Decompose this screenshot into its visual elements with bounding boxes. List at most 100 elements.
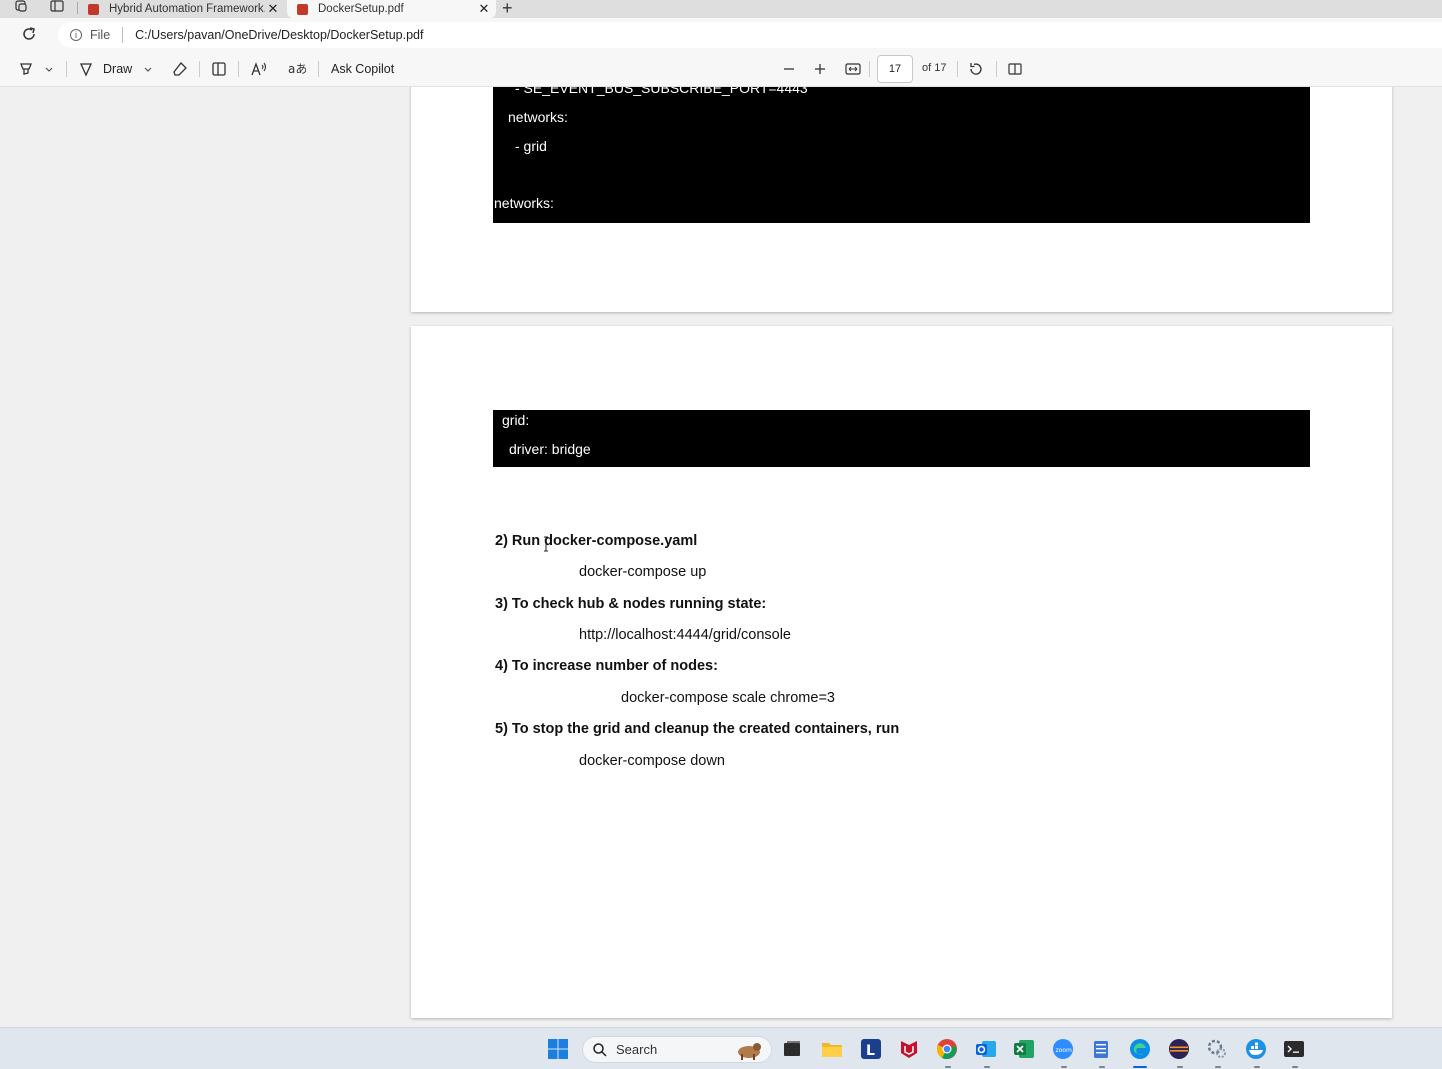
address-bar[interactable]: i File C:/Users/pavan/OneDrive/Desktop/D… xyxy=(58,22,1442,48)
svg-text:L: L xyxy=(866,1043,875,1059)
vertical-tabs-icon[interactable] xyxy=(49,0,65,14)
erase-button[interactable] xyxy=(172,60,188,78)
svg-text:aあ: aあ xyxy=(288,62,306,76)
translate-icon: aあ xyxy=(288,62,306,76)
address-divider xyxy=(122,27,124,43)
toolbar-separator xyxy=(869,61,870,77)
windows-start-icon[interactable] xyxy=(547,1038,569,1060)
excel-icon[interactable] xyxy=(1013,1038,1035,1060)
fit-width-icon xyxy=(845,63,861,75)
running-indicator xyxy=(1099,1066,1105,1068)
chrome-icon[interactable] xyxy=(936,1038,958,1060)
outlook-icon[interactable] xyxy=(975,1038,997,1060)
fit-to-width-button[interactable] xyxy=(845,60,861,78)
tab-title: Hybrid Automation Framework.p xyxy=(109,3,265,15)
eclipse-icon[interactable] xyxy=(1168,1038,1190,1060)
chevron-down-icon xyxy=(144,67,152,72)
zoom-icon[interactable]: zoom xyxy=(1052,1038,1074,1060)
tab-title: DockerSetup.pdf xyxy=(318,3,404,15)
task-view-icon[interactable] xyxy=(781,1038,803,1060)
chevron-down-icon xyxy=(45,67,53,72)
draw-icon xyxy=(79,63,93,77)
read-aloud-icon xyxy=(251,62,267,76)
step-heading: 3) To check hub & nodes running state: xyxy=(495,596,767,612)
page-count: of 17 xyxy=(922,62,947,74)
pdf-file-icon xyxy=(88,3,99,15)
url-text[interactable]: C:/Users/pavan/OneDrive/Desktop/DockerSe… xyxy=(135,28,423,42)
highlight-button[interactable] xyxy=(18,60,34,78)
ask-copilot-button[interactable]: Ask Copilot xyxy=(331,60,394,78)
site-info-icon[interactable]: i xyxy=(70,29,82,41)
code-line: networks: xyxy=(508,109,568,125)
code-line: - grid xyxy=(515,138,547,154)
pdf-toolbar: Draw aあ Ask Copilot 17 of 17 xyxy=(0,51,1442,87)
ask-copilot-label: Ask Copilot xyxy=(331,62,395,76)
code-line: networks: xyxy=(494,195,554,211)
workspaces-icon[interactable] xyxy=(13,0,29,14)
rotate-button[interactable] xyxy=(968,60,984,78)
step-heading: 5) To stop the grid and cleanup the crea… xyxy=(495,721,900,737)
translate-button[interactable]: aあ xyxy=(288,60,306,78)
address-row: i File C:/Users/pavan/OneDrive/Desktop/D… xyxy=(0,18,1442,51)
zoom-in-button[interactable] xyxy=(813,60,827,78)
taskbar: Search L zoom xyxy=(0,1027,1442,1069)
close-tab-icon[interactable]: ✕ xyxy=(265,1,281,17)
toolbar-separator xyxy=(66,61,67,77)
highlight-dropdown[interactable] xyxy=(44,60,54,78)
pdf-viewer[interactable]: - SE_EVENT_BUS_SUBSCRIBE_PORT=4443 netwo… xyxy=(0,87,1442,1027)
l-app-icon[interactable]: L xyxy=(860,1038,882,1060)
code-line: driver: bridge xyxy=(509,441,591,457)
read-aloud-button[interactable] xyxy=(250,60,268,78)
code-line: grid: xyxy=(502,412,530,428)
minus-icon xyxy=(784,68,794,70)
toolbar-separator xyxy=(238,61,239,77)
step-heading: 4) To increase number of nodes: xyxy=(495,658,718,674)
step-command: http://localhost:4444/grid/console xyxy=(579,627,791,643)
text-box-button[interactable] xyxy=(211,60,227,78)
draw-dropdown[interactable] xyxy=(143,60,153,78)
reload-icon[interactable] xyxy=(20,25,38,43)
search-highlight-icon xyxy=(738,1042,761,1060)
running-indicator xyxy=(1061,1066,1067,1068)
new-tab-icon[interactable]: + xyxy=(502,0,513,19)
running-indicator xyxy=(1177,1066,1183,1068)
search-placeholder: Search xyxy=(616,1042,658,1057)
zoom-out-button[interactable] xyxy=(782,60,796,78)
running-indicator xyxy=(1292,1066,1298,1068)
edge-icon[interactable] xyxy=(1129,1038,1151,1060)
docker-icon[interactable] xyxy=(1245,1038,1267,1060)
taskbar-search[interactable]: Search xyxy=(582,1036,772,1063)
toolbar-separator xyxy=(957,61,958,77)
tab-hybrid-framework[interactable]: Hybrid Automation Framework.p ✕ xyxy=(78,0,285,18)
running-indicator xyxy=(945,1066,951,1068)
step-command: docker-compose scale chrome=3 xyxy=(621,690,835,706)
page-number-input[interactable]: 17 xyxy=(877,55,913,83)
pdf-page: grid: driver: bridge 2) Run docker-compo… xyxy=(411,326,1392,1018)
toolbar-separator xyxy=(199,61,200,77)
running-indicator xyxy=(984,1066,990,1068)
code-block: - SE_EVENT_BUS_SUBSCRIBE_PORT=4443 netwo… xyxy=(493,87,1310,223)
pdf-page: - SE_EVENT_BUS_SUBSCRIBE_PORT=4443 netwo… xyxy=(411,87,1392,312)
step-command: docker-compose up xyxy=(579,564,707,580)
text-cursor-icon xyxy=(544,536,548,552)
toolbar-separator xyxy=(318,61,319,77)
notepad-icon[interactable] xyxy=(1090,1038,1112,1060)
terminal-icon[interactable] xyxy=(1283,1038,1305,1060)
step-heading: 2) Run docker-compose.yaml xyxy=(495,533,698,549)
mcafee-icon[interactable] xyxy=(898,1038,920,1060)
step-command: docker-compose down xyxy=(579,753,725,769)
tab-strip: Hybrid Automation Framework.p ✕ DockerSe… xyxy=(0,0,1442,18)
highlighter-icon xyxy=(20,63,32,75)
active-app-indicator xyxy=(1133,1066,1147,1068)
draw-button[interactable]: Draw xyxy=(78,60,132,78)
rotate-icon xyxy=(970,63,982,75)
text-box-icon xyxy=(212,62,226,76)
page-view-button[interactable] xyxy=(1007,60,1023,78)
tab-docker-setup[interactable]: DockerSetup.pdf ✕ xyxy=(287,0,496,18)
close-tab-icon[interactable]: ✕ xyxy=(476,1,492,17)
scheme-label: File xyxy=(90,28,111,42)
settings-icon[interactable] xyxy=(1206,1038,1228,1060)
running-indicator xyxy=(1254,1066,1260,1068)
svg-text:zoom: zoom xyxy=(1056,1047,1072,1054)
file-explorer-icon[interactable] xyxy=(821,1038,843,1060)
